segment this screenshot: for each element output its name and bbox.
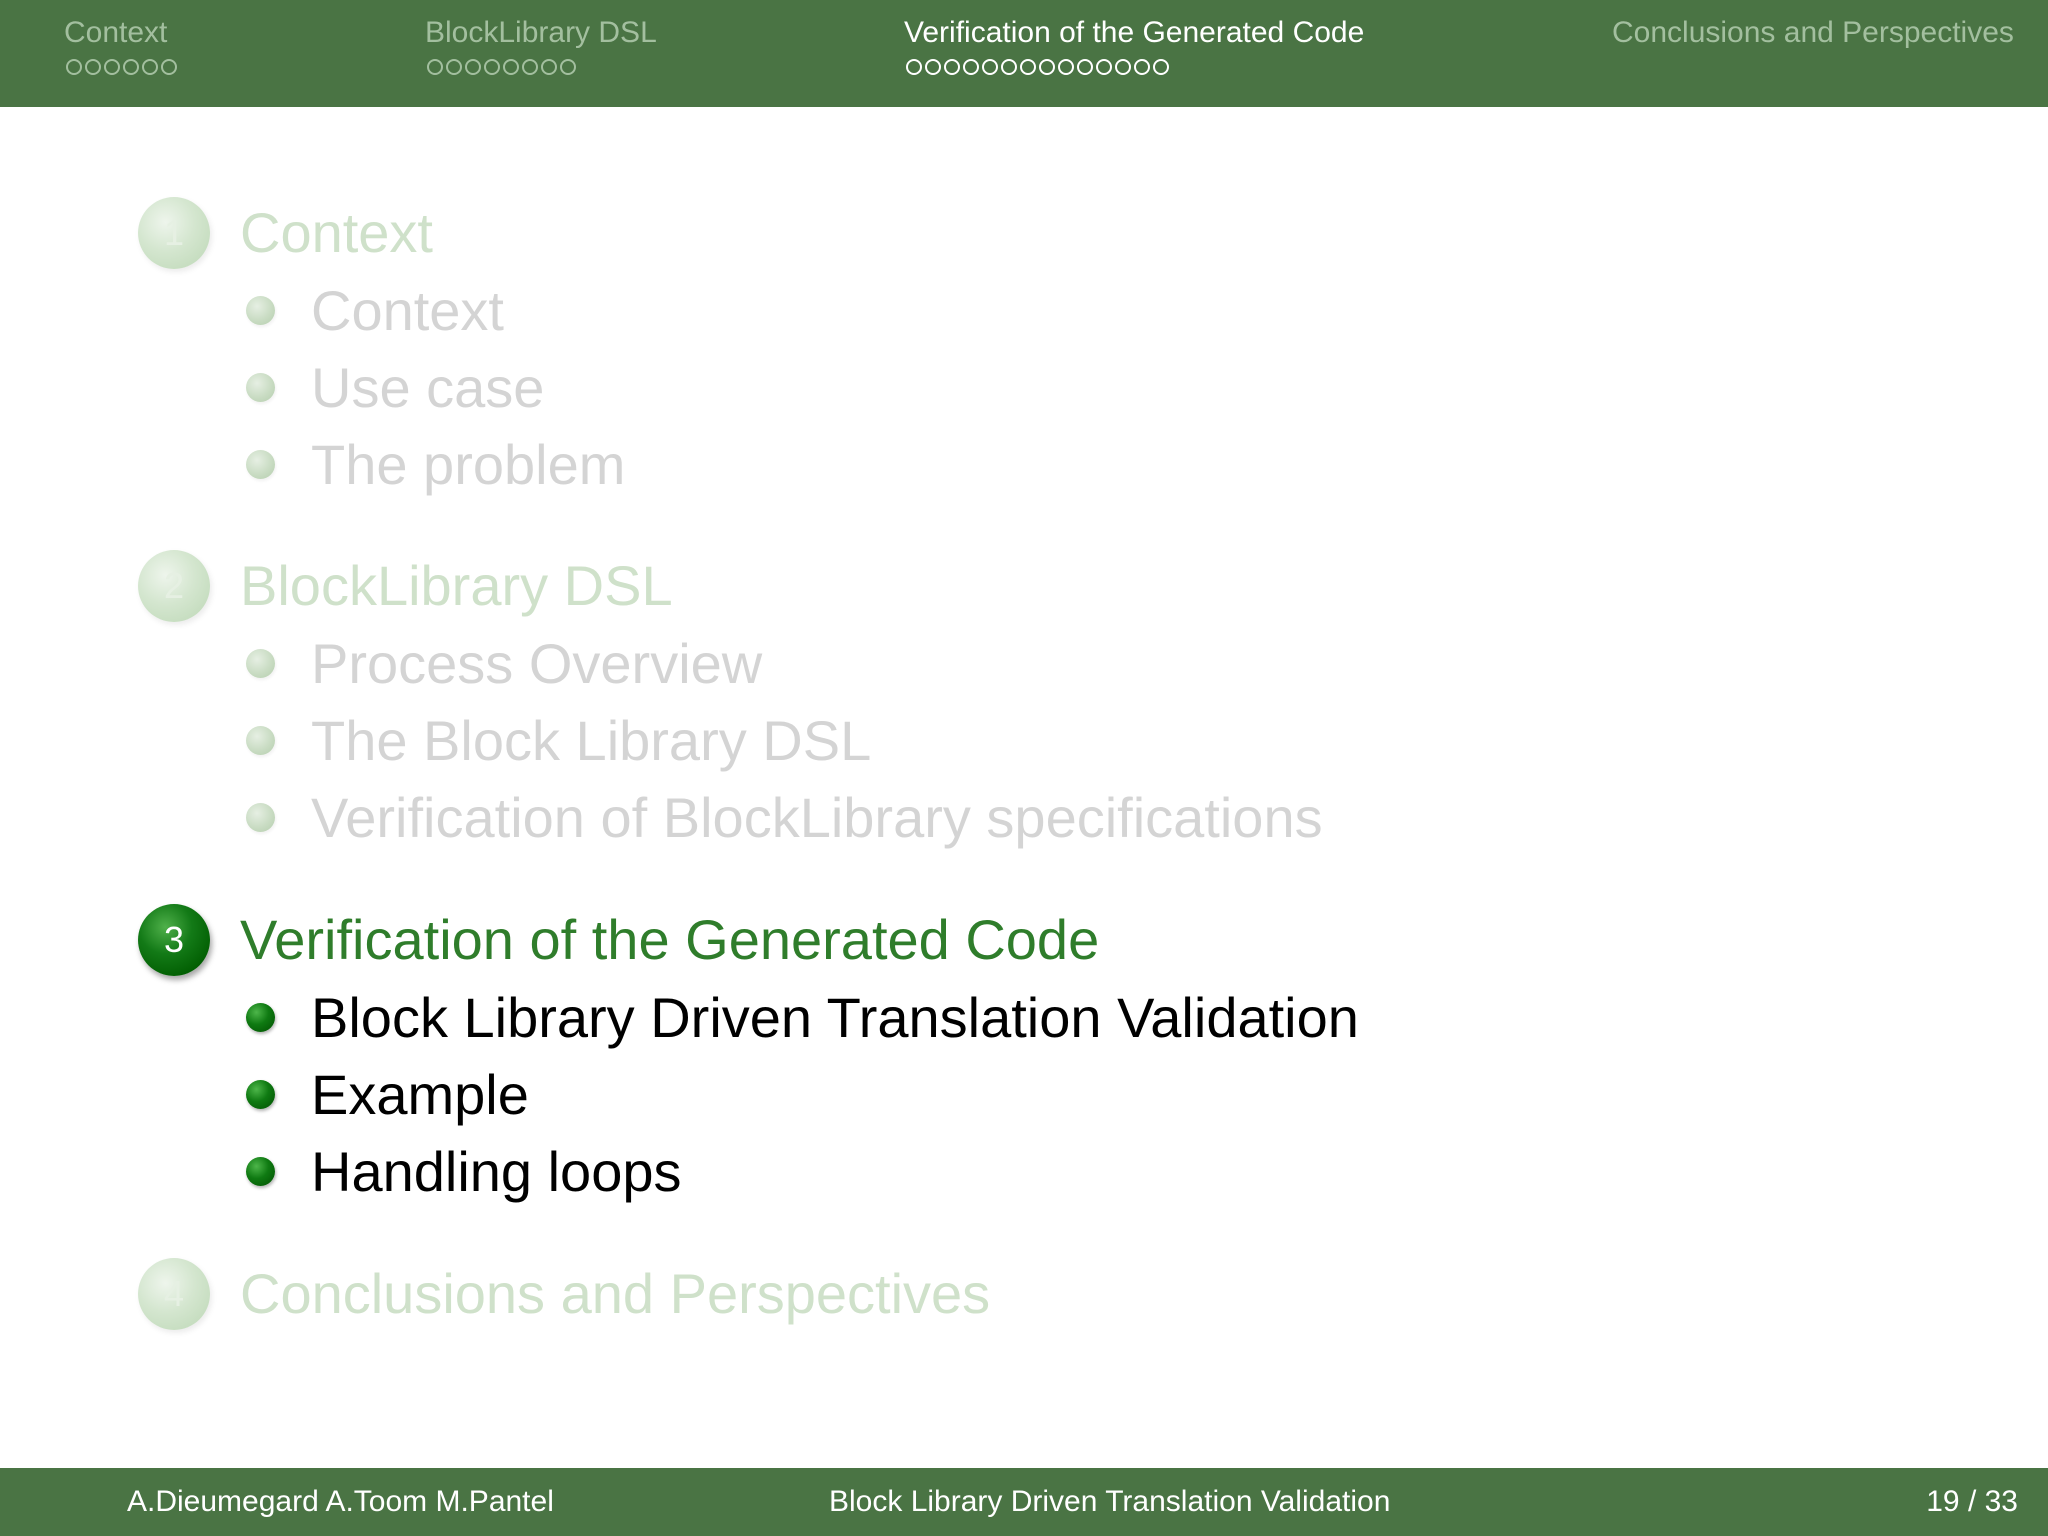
toc-subsection-item[interactable]: The problem <box>246 426 625 503</box>
nav-frame-dot-icon[interactable] <box>1096 59 1112 75</box>
section-number-ball-icon: 3 <box>138 904 210 976</box>
nav-frame-dot-icon[interactable] <box>963 59 979 75</box>
section-number-ball-icon: 1 <box>138 197 210 269</box>
bullet-ball-icon <box>246 373 275 402</box>
section-number-ball-icon: 4 <box>138 1258 210 1330</box>
bullet-ball-icon <box>246 1157 275 1186</box>
nav-frame-dots <box>427 59 657 75</box>
nav-section-title: Context <box>64 16 168 49</box>
table-of-contents: 1 Context Context Use case The problem 2… <box>0 0 2048 1536</box>
toc-subsection-list: Block Library Driven Translation Validat… <box>138 979 1359 1210</box>
toc-subsection-label: Example <box>311 1063 529 1126</box>
toc-subsection-item[interactable]: Context <box>246 272 625 349</box>
nav-frame-dot-icon[interactable] <box>484 59 500 75</box>
toc-subsection-list: Process Overview The Block Library DSL V… <box>138 625 1323 856</box>
header-nav-bar: Context BlockLibrary DSL Verification of… <box>0 0 2048 107</box>
toc-section-1: 1 Context Context Use case The problem <box>138 195 625 503</box>
toc-section-heading[interactable]: 2 BlockLibrary DSL <box>138 548 1323 624</box>
nav-frame-dot-icon[interactable] <box>465 59 481 75</box>
toc-section-title: BlockLibrary DSL <box>240 554 673 617</box>
nav-frame-dot-icon[interactable] <box>142 59 158 75</box>
nav-frame-dot-icon[interactable] <box>1058 59 1074 75</box>
nav-section-title: Verification of the Generated Code <box>904 16 1365 49</box>
nav-frame-dots <box>66 59 177 75</box>
nav-frame-dot-icon[interactable] <box>982 59 998 75</box>
nav-frame-dot-icon[interactable] <box>522 59 538 75</box>
bullet-ball-icon <box>246 450 275 479</box>
nav-section-conclusions[interactable]: Conclusions and Perspectives <box>1612 14 2014 59</box>
bullet-ball-icon <box>246 1003 275 1032</box>
nav-frame-dot-icon[interactable] <box>66 59 82 75</box>
bullet-ball-icon <box>246 649 275 678</box>
bullet-ball-icon <box>246 726 275 755</box>
footer-page-number: 19 / 33 <box>1926 1485 2018 1518</box>
nav-frame-dot-icon[interactable] <box>427 59 443 75</box>
toc-subsection-label: Process Overview <box>311 632 763 695</box>
footer-bar: A.Dieumegard A.Toom M.Pantel Block Libra… <box>0 1468 2048 1536</box>
toc-subsection-item[interactable]: Process Overview <box>246 625 1323 702</box>
nav-frame-dot-icon[interactable] <box>1153 59 1169 75</box>
toc-section-title: Verification of the Generated Code <box>240 908 1100 971</box>
nav-section-blocklibrary-dsl[interactable]: BlockLibrary DSL <box>425 14 657 75</box>
nav-frame-dots <box>906 59 1364 75</box>
bullet-ball-icon <box>246 803 275 832</box>
toc-subsection-label: Context <box>311 279 504 342</box>
toc-section-heading[interactable]: 1 Context <box>138 195 625 271</box>
nav-section-title: BlockLibrary DSL <box>425 16 657 49</box>
toc-subsection-item[interactable]: Example <box>246 1056 1359 1133</box>
toc-subsection-label: Verification of BlockLibrary specificati… <box>311 786 1323 849</box>
nav-frame-dot-icon[interactable] <box>503 59 519 75</box>
bullet-ball-icon <box>246 1080 275 1109</box>
toc-section-title: Context <box>240 201 433 264</box>
nav-frame-dot-icon[interactable] <box>1077 59 1093 75</box>
footer-authors: A.Dieumegard A.Toom M.Pantel <box>127 1485 554 1518</box>
nav-frame-dot-icon[interactable] <box>1115 59 1131 75</box>
toc-subsection-item[interactable]: Use case <box>246 349 625 426</box>
toc-subsection-label: The Block Library DSL <box>311 709 872 772</box>
toc-section-4: 4 Conclusions and Perspectives <box>138 1256 990 1332</box>
toc-subsection-item[interactable]: Handling loops <box>246 1133 1359 1210</box>
nav-frame-dot-icon[interactable] <box>925 59 941 75</box>
nav-frame-dot-icon[interactable] <box>1134 59 1150 75</box>
toc-section-3: 3 Verification of the Generated Code Blo… <box>138 902 1359 1210</box>
nav-frame-dot-icon[interactable] <box>104 59 120 75</box>
nav-section-title: Conclusions and Perspectives <box>1612 16 2014 49</box>
nav-frame-dot-icon[interactable] <box>1001 59 1017 75</box>
toc-subsection-item[interactable]: The Block Library DSL <box>246 702 1323 779</box>
nav-frame-dot-icon[interactable] <box>446 59 462 75</box>
toc-subsection-item[interactable]: Verification of BlockLibrary specificati… <box>246 779 1323 856</box>
nav-frame-dot-icon[interactable] <box>560 59 576 75</box>
nav-frame-dot-icon[interactable] <box>1039 59 1055 75</box>
toc-section-heading[interactable]: 4 Conclusions and Perspectives <box>138 1256 990 1332</box>
toc-subsection-label: Use case <box>311 356 545 419</box>
nav-section-verification[interactable]: Verification of the Generated Code <box>904 14 1364 75</box>
footer-presentation-title: Block Library Driven Translation Validat… <box>829 1485 1391 1518</box>
nav-section-context[interactable]: Context <box>64 14 177 75</box>
nav-frame-dot-icon[interactable] <box>906 59 922 75</box>
nav-frame-dot-icon[interactable] <box>1020 59 1036 75</box>
section-number-ball-icon: 2 <box>138 550 210 622</box>
toc-section-heading[interactable]: 3 Verification of the Generated Code <box>138 902 1359 978</box>
nav-frame-dot-icon[interactable] <box>944 59 960 75</box>
nav-frame-dot-icon[interactable] <box>123 59 139 75</box>
bullet-ball-icon <box>246 296 275 325</box>
toc-subsection-label: Block Library Driven Translation Validat… <box>311 986 1359 1049</box>
toc-subsection-list: Context Use case The problem <box>138 272 625 503</box>
toc-subsection-label: The problem <box>311 433 626 496</box>
toc-subsection-item[interactable]: Block Library Driven Translation Validat… <box>246 979 1359 1056</box>
nav-frame-dot-icon[interactable] <box>541 59 557 75</box>
toc-section-title: Conclusions and Perspectives <box>240 1262 991 1325</box>
toc-section-2: 2 BlockLibrary DSL Process Overview The … <box>138 548 1323 856</box>
nav-frame-dot-icon[interactable] <box>85 59 101 75</box>
toc-subsection-label: Handling loops <box>311 1140 682 1203</box>
nav-frame-dot-icon[interactable] <box>161 59 177 75</box>
